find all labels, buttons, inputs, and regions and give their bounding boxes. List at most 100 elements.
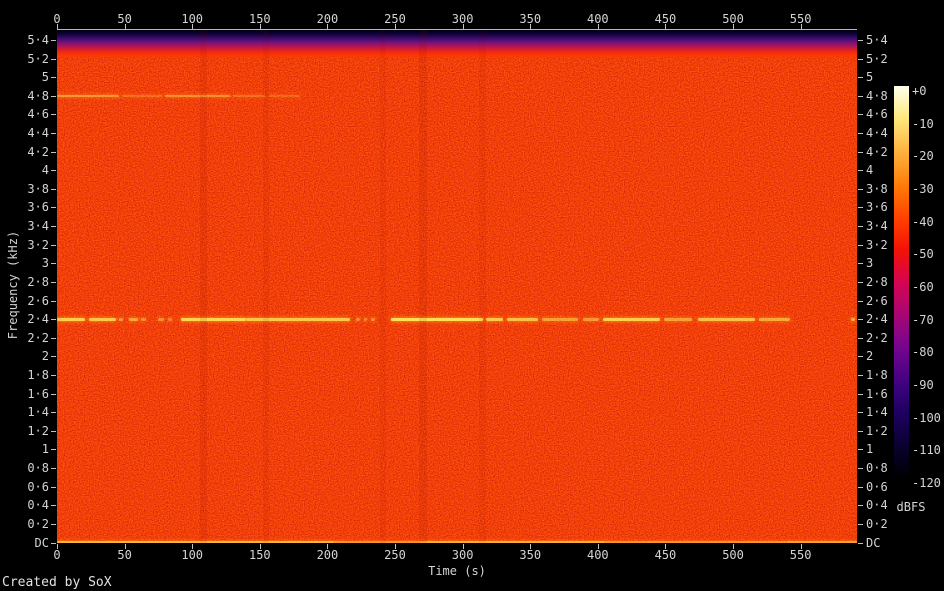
y-tick-label: 1·2 [8, 425, 49, 438]
y-tick-label: 5 [8, 71, 49, 84]
y-tick [858, 487, 863, 488]
y-tick-label: 1·6 [866, 388, 888, 401]
colorbar [894, 86, 909, 478]
x-tick-label: 150 [249, 13, 271, 26]
spectrogram-plot [57, 30, 857, 543]
tone-segment [364, 318, 367, 321]
y-tick [858, 96, 863, 97]
dc-line-segment [605, 541, 788, 543]
x-tick-label: 400 [587, 549, 609, 562]
y-tick-label: 1·8 [8, 369, 49, 382]
y-tick-label: 5·2 [866, 53, 888, 66]
y-tick-label: 1 [8, 443, 49, 456]
y-tick-label: 5·2 [8, 53, 49, 66]
y-tick [51, 394, 56, 395]
y-axis-title: Frequency (kHz) [6, 220, 20, 350]
tone-segment [57, 95, 119, 97]
y-tick [51, 226, 56, 227]
x-tick-label: 250 [384, 13, 406, 26]
colorbar-tick-label: -50 [912, 248, 934, 261]
y-tick [858, 543, 863, 544]
y-tick-label: 0·4 [866, 499, 888, 512]
x-tick-label: 200 [317, 13, 339, 26]
y-tick [858, 170, 863, 171]
x-axis-title: Time (s) [57, 564, 857, 578]
y-tick-label: 4·6 [866, 108, 888, 121]
tone-segment [269, 95, 300, 97]
vertical-stripe [380, 30, 385, 543]
y-tick-label: 1·6 [8, 388, 49, 401]
y-tick [51, 263, 56, 264]
x-tick-label: 500 [722, 549, 744, 562]
y-tick-label: 1 [866, 443, 873, 456]
y-tick [858, 77, 863, 78]
y-tick [51, 505, 56, 506]
tone-segment [664, 318, 692, 321]
y-tick-label: 2·8 [866, 276, 888, 289]
y-tick [858, 375, 863, 376]
y-tick [858, 114, 863, 115]
y-tick-label: 0·6 [8, 481, 49, 494]
tone-segment [486, 318, 504, 321]
colorbar-tick-label: -80 [912, 346, 934, 359]
y-tick-label: 0·6 [866, 481, 888, 494]
tone-segment [165, 95, 230, 97]
x-tick-label: 100 [181, 13, 203, 26]
tone-segment [371, 318, 375, 321]
x-tick-label: 350 [519, 549, 541, 562]
tone-segment [233, 95, 265, 97]
y-tick [51, 77, 56, 78]
colorbar-tick-label: -70 [912, 314, 934, 327]
y-tick-label: 5 [866, 71, 873, 84]
y-tick-label: 1·8 [866, 369, 888, 382]
colorbar-tick-label: +0 [912, 85, 926, 98]
y-tick-label: 3 [866, 257, 873, 270]
x-tick-label: 100 [181, 549, 203, 562]
tone-segment [356, 318, 360, 321]
x-tick-label: 0 [53, 13, 60, 26]
x-tick-label: 500 [722, 13, 744, 26]
y-tick-label: 0·2 [866, 518, 888, 531]
y-tick [51, 40, 56, 41]
y-tick [858, 301, 863, 302]
y-tick-label: 0·2 [8, 518, 49, 531]
tone-segment [542, 318, 577, 321]
tone-segment [583, 318, 599, 321]
dc-line-segment [787, 541, 857, 543]
y-tick-label: 1·4 [866, 406, 888, 419]
y-tick-label: 4 [8, 164, 49, 177]
vertical-stripe [479, 30, 486, 543]
y-tick [51, 207, 56, 208]
y-tick [858, 468, 863, 469]
y-tick-label: 4·6 [8, 108, 49, 121]
y-tick [858, 431, 863, 432]
x-tick-label: 300 [452, 549, 474, 562]
y-tick-label: 2·4 [866, 313, 888, 326]
y-tick-label: 2 [8, 350, 49, 363]
y-tick-label: 3·8 [8, 183, 49, 196]
y-tick [858, 133, 863, 134]
x-tick-label: 250 [384, 549, 406, 562]
vertical-stripe [419, 30, 427, 543]
x-tick-label: 450 [655, 13, 677, 26]
x-tick-label: 50 [117, 13, 131, 26]
sox-spectrogram: 0050501001001501502002002502503003003503… [0, 0, 944, 591]
tone-segment [57, 318, 85, 321]
y-tick-label: 4·2 [8, 146, 49, 159]
colorbar-tick-label: -60 [912, 281, 934, 294]
y-tick-label: DC [866, 537, 880, 550]
y-tick [858, 207, 863, 208]
x-tick-label: 450 [655, 549, 677, 562]
y-tick [51, 356, 56, 357]
y-tick [51, 524, 56, 525]
y-tick-label: 4·2 [866, 146, 888, 159]
x-tick-label: 550 [790, 13, 812, 26]
y-tick [858, 338, 863, 339]
colorbar-tick-label: -40 [912, 216, 934, 229]
y-tick [858, 245, 863, 246]
x-tick-label: 350 [519, 13, 541, 26]
x-tick-label: 550 [790, 549, 812, 562]
y-tick [51, 114, 56, 115]
x-tick-label: 300 [452, 13, 474, 26]
y-tick [51, 96, 56, 97]
